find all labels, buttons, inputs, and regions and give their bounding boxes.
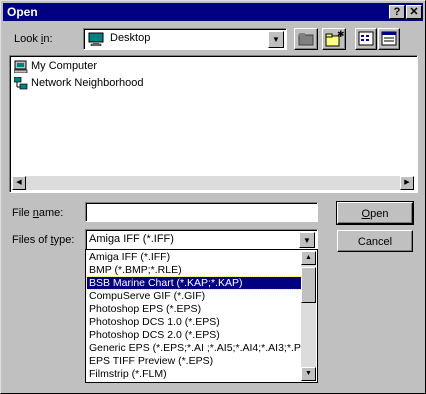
file-name-input[interactable]: [85, 202, 318, 222]
svg-text:✱: ✱: [337, 29, 345, 39]
file-type-option[interactable]: CompuServe GIF (*.GIF): [87, 290, 304, 302]
files-of-type-dropdown-list[interactable]: Amiga IFF (*.IFF) BMP (*.BMP;*.RLE) BSB …: [85, 249, 318, 383]
up-folder-icon: [298, 33, 314, 46]
file-list[interactable]: My Computer Network Neighborhood ◀ ▶: [9, 55, 418, 193]
scroll-right-button[interactable]: ▶: [400, 176, 414, 190]
network-icon: [14, 77, 28, 90]
scroll-thumb[interactable]: [301, 267, 316, 303]
close-button[interactable]: ✕: [406, 5, 422, 19]
computer-icon: [14, 60, 28, 73]
details-view-button[interactable]: [378, 28, 400, 50]
dropdown-vertical-scrollbar[interactable]: ▲ ▼: [301, 251, 316, 381]
open-dialog: Open ? ✕ Look in: Desktop ▼ ✱ My Compute…: [0, 0, 426, 394]
title-bar[interactable]: Open ? ✕: [3, 3, 423, 21]
files-of-type-label: Files of type:: [12, 234, 75, 246]
list-item-network-neighborhood[interactable]: Network Neighborhood: [14, 76, 174, 92]
files-of-type-dropdown-button[interactable]: ▼: [299, 232, 315, 248]
list-view-button[interactable]: [355, 28, 377, 50]
files-of-type-combo[interactable]: Amiga IFF (*.IFF) ▼: [85, 229, 318, 250]
scroll-down-button[interactable]: ▼: [301, 367, 316, 381]
details-view-icon: [381, 31, 397, 46]
look-in-label: Look in:: [14, 33, 53, 45]
look-in-value: Desktop: [110, 32, 151, 44]
list-view-icon: [358, 31, 374, 46]
desktop-icon: [88, 32, 104, 46]
horizontal-scrollbar[interactable]: ◀ ▶: [12, 176, 414, 190]
file-type-option-highlighted[interactable]: BSB Marine Chart (*.KAP;*.KAP): [86, 276, 305, 290]
file-type-option[interactable]: BMP (*.BMP;*.RLE): [87, 264, 304, 276]
file-type-option[interactable]: Filmstrip (*.FLM): [87, 368, 304, 380]
help-button[interactable]: ?: [389, 5, 405, 19]
look-in-combo[interactable]: Desktop ▼: [83, 28, 287, 50]
up-one-level-button[interactable]: [294, 28, 318, 50]
open-button[interactable]: Open: [336, 201, 414, 225]
file-type-option[interactable]: Amiga IFF (*.IFF): [87, 251, 304, 263]
file-type-option[interactable]: Photoshop DCS 1.0 (*.EPS): [87, 316, 304, 328]
look-in-dropdown-button[interactable]: ▼: [268, 31, 284, 48]
file-type-option[interactable]: Photoshop EPS (*.EPS): [87, 303, 304, 315]
file-type-option[interactable]: Photoshop DCS 2.0 (*.EPS): [87, 329, 304, 341]
file-name-label: File name:: [12, 207, 64, 219]
file-type-option[interactable]: EPS TIFF Preview (*.EPS): [87, 355, 304, 367]
scroll-left-button[interactable]: ◀: [12, 176, 26, 190]
scroll-up-button[interactable]: ▲: [301, 251, 316, 265]
open-button-label: Open: [361, 208, 389, 220]
cancel-button[interactable]: Cancel: [337, 230, 413, 252]
window-title: Open: [7, 5, 38, 19]
files-of-type-value: Amiga IFF (*.IFF): [89, 233, 174, 245]
file-type-option[interactable]: Generic EPS (*.EPS;*.AI ;*.AI5;*.AI4;*.A…: [87, 342, 304, 354]
create-new-folder-button[interactable]: ✱: [322, 28, 346, 50]
list-item-my-computer[interactable]: My Computer: [14, 59, 134, 75]
new-folder-icon: ✱: [325, 29, 345, 47]
cancel-button-label: Cancel: [357, 236, 393, 248]
